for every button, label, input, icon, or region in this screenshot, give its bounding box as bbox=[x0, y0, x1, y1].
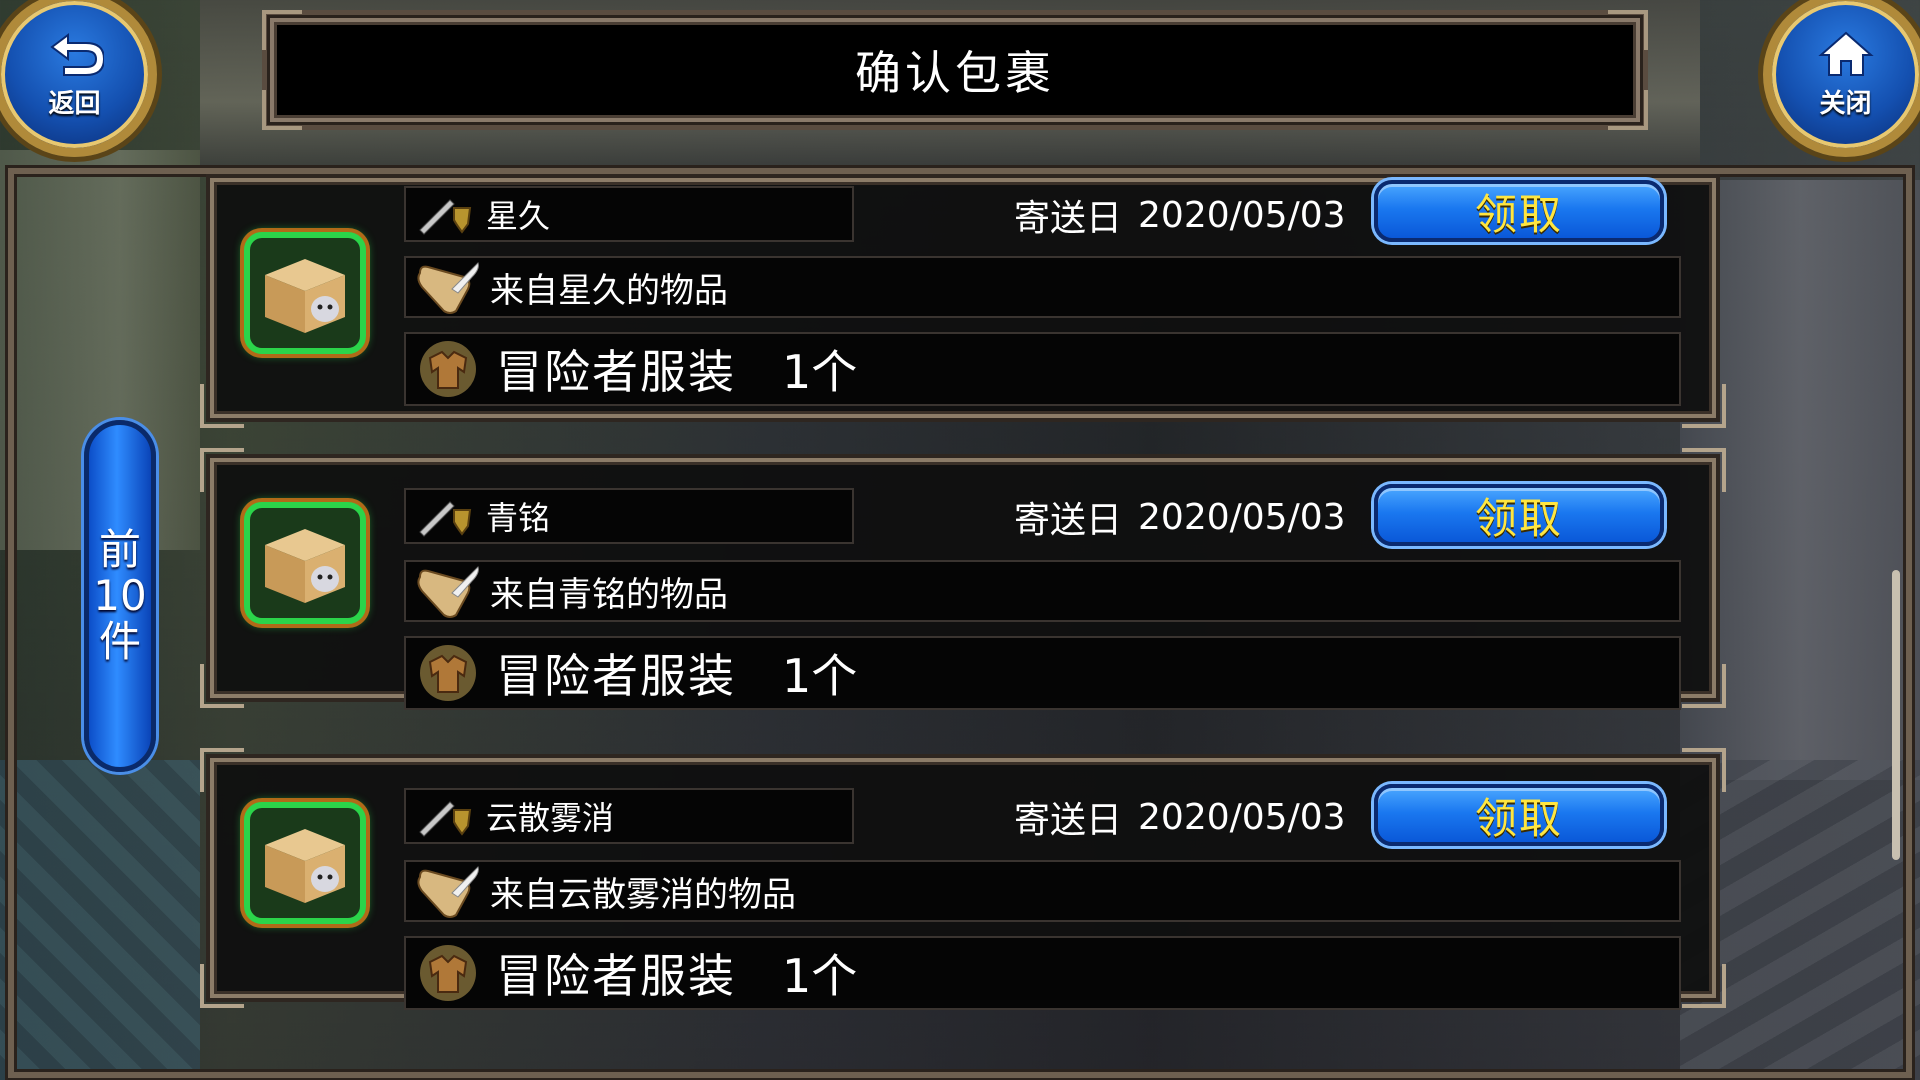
side-tab-label-2: 10 bbox=[93, 571, 147, 620]
note-text: 来自星久的物品 bbox=[490, 270, 728, 311]
previous-10-tab[interactable]: 前 10 件 bbox=[84, 420, 156, 772]
corner-ornament bbox=[1608, 90, 1648, 130]
item-name: 冒险者服装 bbox=[496, 949, 736, 1003]
corner-ornament bbox=[262, 10, 302, 50]
item-row: 冒险者服装 1个 bbox=[404, 636, 1681, 710]
outfit-icon bbox=[420, 341, 476, 397]
item-row: 冒险者服装 1个 bbox=[404, 936, 1681, 1010]
title-bar: 确认包裹 bbox=[262, 10, 1648, 130]
date-value: 2020/05/03 bbox=[1138, 496, 1346, 538]
corner-ornament bbox=[1682, 384, 1726, 428]
sender-row: 星久 bbox=[404, 186, 854, 242]
close-label: 关闭 bbox=[1819, 89, 1872, 119]
scroll-quill-icon bbox=[417, 866, 479, 918]
mail-card: 云散雾消 寄送日 2020/05/03 领取 来自云散雾消的物品 冒险者服装 1… bbox=[200, 748, 1726, 1010]
item-name: 冒险者服装 bbox=[496, 649, 736, 703]
item-quantity: 1个 bbox=[782, 949, 858, 1003]
package-icon[interactable] bbox=[244, 802, 366, 924]
corner-ornament bbox=[200, 664, 244, 708]
scrollbar[interactable] bbox=[1892, 570, 1900, 860]
scroll-quill-icon bbox=[417, 262, 479, 314]
date-label: 寄送日 bbox=[1014, 198, 1123, 239]
sword-shield-icon bbox=[419, 199, 472, 235]
sender-name: 星久 bbox=[486, 197, 551, 235]
send-date: 寄送日 2020/05/03 bbox=[1014, 792, 1346, 842]
back-label: 返回 bbox=[48, 89, 101, 119]
note-row: 来自云散雾消的物品 bbox=[404, 860, 1681, 922]
date-label: 寄送日 bbox=[1014, 500, 1123, 541]
corner-ornament bbox=[1682, 748, 1726, 792]
package-icon[interactable] bbox=[244, 232, 366, 354]
corner-ornament bbox=[1608, 10, 1648, 50]
corner-ornament bbox=[200, 964, 244, 1008]
sword-shield-icon bbox=[419, 801, 472, 837]
item-quantity: 1个 bbox=[782, 649, 858, 703]
corner-ornament bbox=[200, 448, 244, 492]
send-date: 寄送日 2020/05/03 bbox=[1014, 190, 1346, 240]
item-name: 冒险者服装 bbox=[496, 345, 736, 399]
outfit-icon bbox=[420, 645, 476, 701]
side-tab-label-3: 件 bbox=[98, 617, 141, 666]
note-text: 来自云散雾消的物品 bbox=[490, 874, 796, 915]
corner-ornament bbox=[1682, 664, 1726, 708]
note-text: 来自青铭的物品 bbox=[490, 574, 728, 615]
date-value: 2020/05/03 bbox=[1138, 796, 1346, 838]
sender-row: 云散雾消 bbox=[404, 788, 854, 844]
mail-card: 星久 寄送日 2020/05/03 领取 来自星久的物品 冒险者服装 1个 bbox=[200, 178, 1726, 428]
close-button[interactable]: 关闭 bbox=[1763, 0, 1920, 157]
sword-shield-icon bbox=[419, 501, 472, 537]
package-icon[interactable] bbox=[244, 502, 366, 624]
mail-card: 青铭 寄送日 2020/05/03 领取 来自青铭的物品 冒险者服装 1个 bbox=[200, 448, 1726, 710]
sender-row: 青铭 bbox=[404, 488, 854, 544]
claim-button[interactable]: 领取 bbox=[1374, 784, 1664, 846]
claim-button[interactable]: 领取 bbox=[1374, 484, 1664, 546]
sender-name: 青铭 bbox=[486, 499, 551, 537]
page-title: 确认包裹 bbox=[855, 46, 1055, 100]
note-row: 来自星久的物品 bbox=[404, 256, 1681, 318]
item-row: 冒险者服装 1个 bbox=[404, 332, 1681, 406]
date-value: 2020/05/03 bbox=[1138, 194, 1346, 236]
back-arrow-icon bbox=[49, 33, 104, 76]
side-tab-label-1: 前 bbox=[98, 525, 141, 574]
corner-ornament bbox=[1682, 448, 1726, 492]
send-date: 寄送日 2020/05/03 bbox=[1014, 492, 1346, 542]
note-row: 来自青铭的物品 bbox=[404, 560, 1681, 622]
claim-button[interactable]: 领取 bbox=[1374, 180, 1664, 242]
corner-ornament bbox=[1682, 964, 1726, 1008]
home-icon bbox=[1817, 31, 1874, 76]
outfit-icon bbox=[420, 945, 476, 1001]
scroll-quill-icon bbox=[417, 566, 479, 618]
back-button[interactable]: 返回 bbox=[0, 0, 157, 157]
item-quantity: 1个 bbox=[782, 345, 858, 399]
corner-ornament bbox=[200, 748, 244, 792]
sender-name: 云散雾消 bbox=[486, 799, 615, 837]
date-label: 寄送日 bbox=[1014, 800, 1123, 841]
corner-ornament bbox=[200, 384, 244, 428]
corner-ornament bbox=[262, 90, 302, 130]
